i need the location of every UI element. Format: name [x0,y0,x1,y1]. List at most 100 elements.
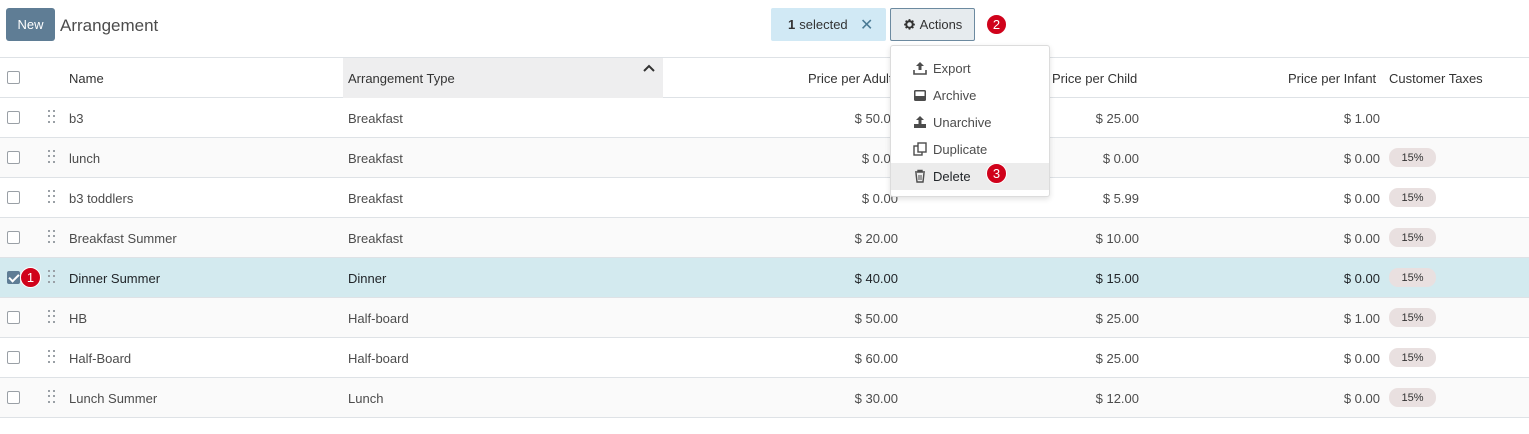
select-all-checkbox[interactable] [7,71,20,84]
cell-price-infant: $ 0.00 [1343,151,1380,166]
column-header-arrangement-type[interactable]: Arrangement Type [348,71,455,86]
table-row[interactable]: b3 toddlers Breakfast $ 0.00 $ 5.99 $ 0.00 15… [0,178,1529,218]
selected-count: 1 [788,17,796,32]
cell-price-child: $ 10.00 [1095,231,1139,246]
menu-label-export: Export [933,61,971,76]
new-button[interactable]: New [6,8,55,41]
cell-price-child: $ 0.00 [1102,151,1139,166]
selection-indicator: 1 selected ✕ [771,8,886,41]
selected-label: selected [799,17,848,32]
menu-item-archive[interactable]: Archive [891,82,1049,109]
gear-icon [903,19,915,30]
row-checkbox[interactable] [7,391,20,404]
cell-price-adult: $ 20.00 [854,231,898,246]
drag-handle-icon[interactable] [48,310,56,324]
menu-label-duplicate: Duplicate [933,142,988,157]
column-header-price-infant[interactable]: Price per Infant [1288,71,1376,86]
cell-price-infant: $ 0.00 [1343,191,1380,206]
actions-label: Actions [919,17,963,32]
table-row[interactable]: Half-Board Half-board $ 60.00 $ 25.00 $ 0.00… [0,338,1529,378]
cell-name: Lunch Summer [69,391,158,406]
table-header: Name Arrangement Type Price per Adult Pr… [0,58,1529,98]
cell-name: b3 [69,111,84,126]
cell-arrangement-type: Breakfast [348,111,403,126]
drag-handle-icon[interactable] [48,350,56,364]
cell-price-adult: $ 30.00 [854,391,898,406]
archive-icon [914,90,926,101]
menu-label-unarchive: Unarchive [933,115,992,130]
cell-price-child: $ 5.99 [1102,191,1139,206]
cell-arrangement-type: Dinner [348,271,387,286]
table-row[interactable]: Dinner Summer Dinner $ 40.00 $ 15.00 $ 0.00 1… [0,258,1529,298]
menu-label-archive: Archive [933,88,977,103]
menu-item-export[interactable]: Export [891,55,1049,82]
row-checkbox[interactable] [7,191,20,204]
table-row[interactable]: Lunch Summer Lunch $ 30.00 $ 12.00 $ 0.00 15% [0,378,1529,418]
tax-tag: 15% [1389,148,1436,167]
cell-arrangement-type: Half-board [348,351,409,366]
row-checkbox[interactable] [7,111,20,124]
row-checkbox[interactable] [7,231,20,244]
tax-tag: 15% [1389,388,1436,407]
drag-handle-icon[interactable] [48,230,56,244]
table-row[interactable]: HB Half-board $ 50.00 $ 25.00 $ 1.00 15% [0,298,1529,338]
menu-item-duplicate[interactable]: Duplicate [891,136,1049,163]
row-checkbox[interactable] [7,311,20,324]
menu-item-unarchive[interactable]: Unarchive [891,109,1049,136]
cell-price-child: $ 15.00 [1095,271,1139,286]
row-checkbox[interactable] [7,351,20,364]
column-header-price-adult[interactable]: Price per Adult [808,71,893,86]
column-header-customer-taxes[interactable]: Customer Taxes [1389,71,1483,86]
cell-price-child: $ 25.00 [1095,111,1139,126]
table-row[interactable]: Breakfast Summer Breakfast $ 20.00 $ 10.00 $… [0,218,1529,258]
row-checkbox[interactable] [7,271,20,284]
actions-dropdown-menu: Export Archive Unarchive Duplicate Delet… [890,45,1050,197]
cell-price-adult: $ 60.00 [854,351,898,366]
cell-price-infant: $ 0.00 [1343,231,1380,246]
cell-price-infant: $ 1.00 [1343,311,1380,326]
annotation-badge-2: 2 [986,14,1007,35]
cell-price-adult: $ 40.00 [854,271,898,286]
cell-name: HB [69,311,88,326]
cell-price-infant: $ 0.00 [1343,351,1380,366]
cell-arrangement-type: Half-board [348,311,409,326]
column-header-name[interactable]: Name [69,71,104,86]
drag-handle-icon[interactable] [48,150,56,164]
unselect-close-icon[interactable]: ✕ [860,15,873,35]
tax-tag: 15% [1389,308,1436,327]
drag-handle-icon[interactable] [48,270,56,284]
tax-tag: 15% [1389,268,1436,287]
cell-name: lunch [69,151,101,166]
cell-name: b3 toddlers [69,191,134,206]
sort-ascending-icon [642,60,656,76]
cell-price-child: $ 25.00 [1095,311,1139,326]
table-row[interactable]: lunch Breakfast $ 0.00 $ 0.00 $ 0.00 15% [0,138,1529,178]
tax-tag: 15% [1389,188,1436,207]
cell-price-adult: $ 50.00 [854,311,898,326]
table-row[interactable]: b3 Breakfast $ 50.00 $ 25.00 $ 1.00 [0,98,1529,138]
drag-handle-icon[interactable] [48,110,56,124]
cell-price-infant: $ 0.00 [1343,391,1380,406]
cell-name: Half-Board [69,351,132,366]
cell-price-child: $ 25.00 [1095,351,1139,366]
tax-tag: 15% [1389,348,1436,367]
page-title: Arrangement [60,16,159,35]
control-panel: New Arrangement 1 selected ✕ Actions 2 [0,0,1529,58]
cell-price-infant: $ 1.00 [1343,111,1380,126]
annotation-badge-1: 1 [20,267,41,288]
cell-arrangement-type: Breakfast [348,151,403,166]
row-checkbox[interactable] [7,151,20,164]
export-icon [913,62,927,75]
cell-arrangement-type: Breakfast [348,231,403,246]
cell-name: Breakfast Summer [69,231,177,246]
actions-button[interactable]: Actions [890,8,975,41]
menu-label-delete: Delete [933,169,971,184]
column-header-price-child[interactable]: Price per Child [1052,71,1137,86]
drag-handle-icon[interactable] [48,390,56,404]
duplicate-icon [913,142,927,156]
annotation-badge-3: 3 [986,163,1007,184]
menu-item-delete[interactable]: Delete [891,163,1049,190]
cell-price-infant: $ 0.00 [1343,271,1380,286]
drag-handle-icon[interactable] [48,190,56,204]
unarchive-icon [914,116,926,128]
